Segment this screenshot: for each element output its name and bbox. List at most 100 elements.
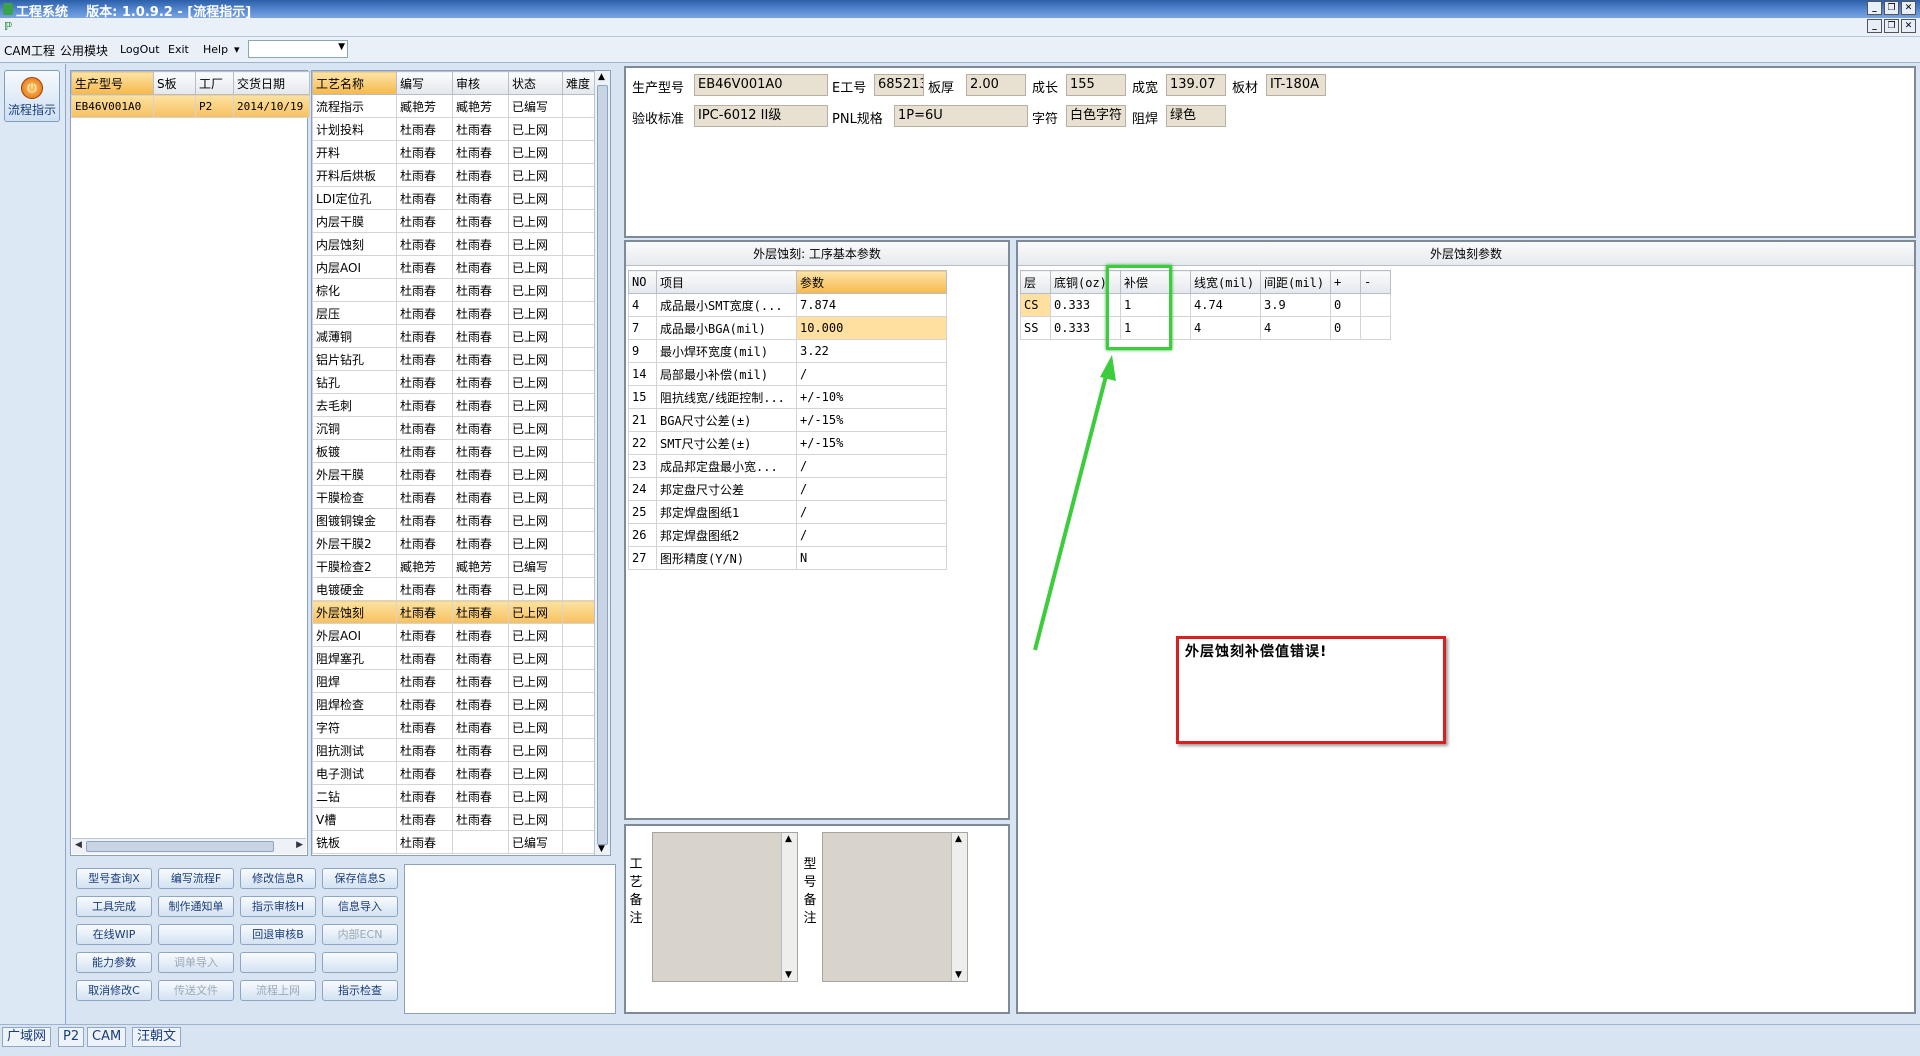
scroll-right-icon[interactable]: ▶ (296, 840, 303, 850)
action-button[interactable]: 回退审核B (240, 924, 316, 945)
process-row[interactable]: 电镀硬金 杜雨春 杜雨春 已上网 (312, 577, 597, 601)
base-param-row[interactable]: 14 局部最小补偿(mil) / (628, 362, 947, 386)
minimize-button[interactable]: _ (1867, 1, 1882, 15)
menu-exit[interactable]: Exit (168, 43, 189, 56)
process-column-header[interactable]: 工艺名称 (312, 71, 397, 95)
scrollbar-thumb[interactable] (86, 841, 274, 852)
process-row[interactable]: 外层干膜 杜雨春 杜雨春 已上网 (312, 462, 597, 486)
scroll-left-icon[interactable]: ◀ (75, 840, 82, 850)
process-row[interactable]: 板镀 杜雨春 杜雨春 已上网 (312, 439, 597, 463)
scroll-up-icon[interactable]: ▲ (598, 72, 605, 82)
product-column-header[interactable]: S板 (153, 71, 196, 95)
process-row[interactable]: 内层干膜 杜雨春 杜雨春 已上网 (312, 209, 597, 233)
action-button[interactable] (158, 924, 234, 945)
base-param-row[interactable]: 23 成品邦定盘最小宽... / (628, 454, 947, 478)
process-row[interactable]: 层压 杜雨春 杜雨春 已上网 (312, 301, 597, 325)
menu-logout[interactable]: LogOut (120, 43, 160, 56)
process-row[interactable]: 开料后烘板 杜雨春 杜雨春 已上网 (312, 163, 597, 187)
process-row[interactable]: 内层AOI 杜雨春 杜雨春 已上网 (312, 255, 597, 279)
process-row[interactable]: 钻孔 杜雨春 杜雨春 已上网 (312, 370, 597, 394)
menu-help[interactable]: Help (203, 43, 228, 56)
model-remark-field[interactable]: ▲ ▼ (822, 832, 968, 982)
notes-box[interactable] (404, 864, 616, 1014)
action-button[interactable]: 在线WIP (76, 924, 152, 945)
pnl-field[interactable]: 1P=6U (894, 105, 1028, 127)
action-button[interactable]: 指示审核H (240, 896, 316, 917)
standard-field[interactable]: IPC-6012 II级 (694, 105, 828, 127)
process-row[interactable]: 外层AOI 杜雨春 杜雨春 已上网 (312, 623, 597, 647)
chevron-down-icon[interactable]: ▼ (338, 42, 345, 52)
etch-param-column-header[interactable]: 线宽(mil) (1190, 270, 1261, 294)
action-button[interactable] (322, 952, 398, 973)
action-button[interactable]: 保存信息S (322, 868, 398, 889)
model-field[interactable]: EB46V001A0 (694, 74, 828, 96)
process-row[interactable]: V槽 杜雨春 杜雨春 已上网 (312, 807, 597, 831)
scroll-down-icon[interactable]: ▼ (785, 970, 792, 980)
product-column-header[interactable]: 交货日期 (233, 71, 310, 95)
action-button[interactable]: 流程上网 (240, 980, 316, 1001)
base-param-row[interactable]: 21 BGA尺寸公差(±) +/-15% (628, 408, 947, 432)
scroll-up-icon[interactable]: ▲ (785, 834, 792, 844)
flow-indication-button[interactable]: ⏻ 流程指示 (4, 70, 60, 122)
scroll-down-icon[interactable]: ▼ (955, 970, 962, 980)
process-column-header[interactable]: 难度 (562, 71, 597, 95)
base-param-row[interactable]: 27 图形精度(Y/N) N (628, 546, 947, 570)
base-param-row[interactable]: 26 邦定焊盘图纸2/ (628, 523, 947, 547)
process-row[interactable]: 阻焊塞孔 杜雨春 杜雨春 已上网 (312, 646, 597, 670)
process-column-header[interactable]: 审核 (452, 71, 509, 95)
process-row[interactable]: 去毛刺 杜雨春 杜雨春 已上网 (312, 393, 597, 417)
help-dropdown-icon[interactable]: ▾ (234, 43, 240, 56)
action-button[interactable]: 调单导入 (158, 952, 234, 973)
base-param-row[interactable]: 9 最小焊环宽度(mil) 3.22 (628, 339, 947, 363)
scroll-up-icon[interactable]: ▲ (955, 834, 962, 844)
base-param-row[interactable]: 22 SMT尺寸公差(±) +/-15% (628, 431, 947, 455)
process-row[interactable]: 铝片钻孔 杜雨春 杜雨春 已上网 (312, 347, 597, 371)
etch-param-column-header[interactable]: - (1360, 270, 1391, 294)
process-row[interactable]: 铣板 杜雨春 已编写 (312, 830, 597, 854)
base-param-row[interactable]: 4 成品最小SMT宽度(... 7.874 (628, 293, 947, 317)
close-button[interactable]: ✕ (1901, 1, 1916, 15)
base-param-row[interactable]: 24 邦定盘尺寸公差 / (628, 477, 947, 501)
scrollbar-thumb[interactable] (597, 85, 608, 845)
process-list-scrollbar[interactable]: ▲ ▼ (594, 71, 610, 855)
process-row[interactable]: 内层蚀刻 杜雨春 杜雨春 已上网 (312, 232, 597, 256)
process-row[interactable]: 阻抗测试 杜雨春 杜雨春 已上网 (312, 738, 597, 762)
child-minimize-button[interactable]: _ (1867, 19, 1882, 33)
product-row[interactable]: EB46V001A0 P2 2014/10/19 (71, 94, 310, 118)
growth-field[interactable]: 155 (1066, 74, 1126, 96)
menu-common[interactable]: 公用模块 (60, 42, 108, 59)
etch-param-column-header[interactable]: + (1330, 270, 1361, 294)
thickness-field[interactable]: 2.00 (966, 74, 1026, 96)
etch-param-row[interactable]: CS 0.333 1 4.74 3.9 0 (1020, 293, 1391, 317)
process-row[interactable]: 外层干膜2 杜雨春 杜雨春 已上网 (312, 531, 597, 555)
base-param-column-header[interactable]: NO (628, 270, 657, 294)
process-row[interactable]: 外层蚀刻 杜雨春 杜雨春 已上网 (312, 600, 597, 624)
action-button[interactable] (240, 952, 316, 973)
action-button[interactable]: 取消修改C (76, 980, 152, 1001)
base-param-column-header[interactable]: 项目 (656, 270, 797, 294)
action-button[interactable]: 工具完成 (76, 896, 152, 917)
child-close-button[interactable]: ✕ (1901, 19, 1916, 33)
base-param-row[interactable]: 7 成品最小BGA(mil) 10.000 (628, 316, 947, 340)
process-column-header[interactable]: 状态 (508, 71, 563, 95)
mask-field[interactable]: 绿色 (1166, 105, 1226, 127)
process-row[interactable]: 电子测试 杜雨春 杜雨春 已上网 (312, 761, 597, 785)
process-row[interactable]: 图镀铜镍金 杜雨春 杜雨春 已上网 (312, 508, 597, 532)
process-row[interactable]: 棕化 杜雨春 杜雨春 已上网 (312, 278, 597, 302)
material-field[interactable]: IT-180A (1266, 74, 1326, 96)
action-button[interactable]: 修改信息R (240, 868, 316, 889)
product-column-header[interactable]: 生产型号 (71, 71, 154, 95)
process-remark-field[interactable]: ▲ ▼ (652, 832, 798, 982)
action-button[interactable]: 内部ECN (322, 924, 398, 945)
finished-field[interactable]: 139.07 (1166, 74, 1226, 96)
action-button[interactable]: 编写流程F (158, 868, 234, 889)
process-row[interactable]: 阻焊检查 杜雨春 杜雨春 已上网 (312, 692, 597, 716)
action-button[interactable]: 制作通知单 (158, 896, 234, 917)
process-row[interactable]: 沉铜 杜雨春 杜雨春 已上网 (312, 416, 597, 440)
product-list-scrollbar[interactable]: ◀ ▶ (72, 838, 306, 854)
restore-button[interactable]: ❐ (1884, 1, 1899, 15)
action-button[interactable]: 信息导入 (322, 896, 398, 917)
process-row[interactable]: 二钻 杜雨春 杜雨春 已上网 (312, 784, 597, 808)
action-button[interactable]: 型号查询X (76, 868, 152, 889)
product-column-header[interactable]: 工厂 (195, 71, 234, 95)
